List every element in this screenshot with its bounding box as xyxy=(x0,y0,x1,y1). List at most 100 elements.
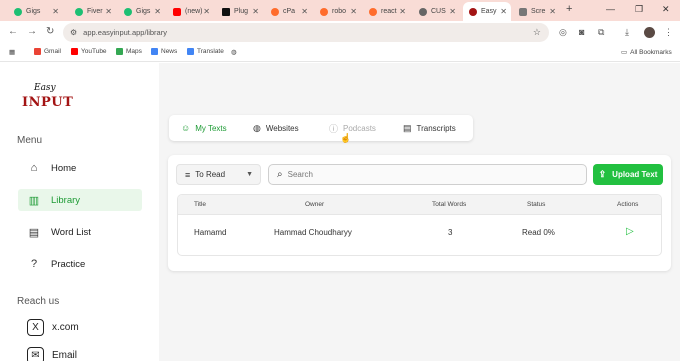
sidebar-item-label: Library xyxy=(51,194,81,206)
logo[interactable]: Easy INPUT xyxy=(22,83,73,113)
browser-tab[interactable]: Plug ✕ xyxy=(216,2,263,21)
column-header-owner: Owner xyxy=(305,201,325,208)
close-icon[interactable]: ✕ xyxy=(449,7,456,16)
minimize-button[interactable]: — xyxy=(606,4,615,14)
globe-icon[interactable]: ◍ xyxy=(231,48,237,56)
maps-icon xyxy=(116,48,123,55)
tab-label: Websites xyxy=(265,123,299,133)
address-bar[interactable]: ⚙ app.easyinput.app/library ☆ xyxy=(63,23,549,42)
sidebar-item-word-list[interactable]: ▤ Word List xyxy=(18,221,142,243)
search-box[interactable]: ⌕ xyxy=(268,164,587,185)
browser-tab[interactable]: Gigs ✕ xyxy=(8,2,63,21)
close-icon[interactable]: ✕ xyxy=(500,7,507,16)
bookmark-youtube[interactable]: YouTube xyxy=(71,48,107,55)
upload-label: Upload Text xyxy=(612,170,658,179)
social-label: Email xyxy=(52,350,78,361)
bookmark-label: Translate xyxy=(197,48,224,55)
column-header-status: Status xyxy=(527,201,546,208)
browser-tab[interactable]: Gigs ✕ xyxy=(118,2,165,21)
kebab-menu-icon[interactable]: ⋮ xyxy=(664,27,673,38)
bookmark-label: Gmail xyxy=(44,48,61,55)
tab-my-texts[interactable]: ☺ My Texts xyxy=(181,115,227,141)
sidebar: Easy INPUT Menu ⌂ Home ▥ Library ▤ Word … xyxy=(0,63,159,361)
puzzle-icon[interactable]: ⧉ xyxy=(598,27,604,38)
social-link-email[interactable]: ✉ Email xyxy=(27,347,77,361)
row-title[interactable]: Hamamd xyxy=(194,228,226,237)
maximize-button[interactable]: ❐ xyxy=(635,4,643,15)
chevron-down-icon: ▼ xyxy=(246,171,253,178)
logo-line-1: Easy xyxy=(34,83,56,93)
tab-label: Gigs xyxy=(136,8,151,15)
extension-icon[interactable]: ◎ xyxy=(559,27,567,38)
sidebar-item-library[interactable]: ▥ Library xyxy=(18,189,142,211)
sidebar-item-label: Home xyxy=(51,162,77,174)
browser-toolbar: ← → ↻ ⚙ app.easyinput.app/library ☆ ◎ ◙ … xyxy=(0,21,680,44)
tab-favicon xyxy=(271,7,279,16)
tab-label: (new) xyxy=(185,8,203,15)
sidebar-item-home[interactable]: ⌂ Home xyxy=(18,157,142,179)
all-bookmarks[interactable]: ▭ All Bookmarks xyxy=(621,48,672,57)
social-link-x[interactable]: X x.com xyxy=(27,319,79,336)
tab-label: CUS xyxy=(431,8,446,15)
browser-tab-active[interactable]: Easy ✕ xyxy=(463,2,511,21)
library-card: ≡ To Read ▼ ⌕ ⇪ Upload Text Title Owner … xyxy=(168,155,671,271)
browser-tab[interactable]: (new) ✕ xyxy=(167,2,214,21)
bookmark-translate[interactable]: Translate xyxy=(187,48,224,55)
sidebar-item-practice[interactable]: ? Practice xyxy=(18,253,142,275)
reach-us-heading: Reach us xyxy=(17,296,60,307)
reload-icon[interactable]: ↻ xyxy=(46,26,54,37)
window-close-button[interactable]: ✕ xyxy=(662,4,670,15)
bookmark-star-icon[interactable]: ☆ xyxy=(533,27,541,38)
tab-favicon xyxy=(75,7,83,16)
search-icon: ⌕ xyxy=(277,169,283,180)
close-icon[interactable]: ✕ xyxy=(399,7,406,16)
back-icon[interactable]: ← xyxy=(8,26,18,37)
browser-tab-strip: Gigs ✕ Fiver ✕ Gigs ✕ (new) ✕ Plug ✕ cPa… xyxy=(0,0,680,21)
globe-icon: ◍ xyxy=(253,122,261,133)
site-info-icon[interactable]: ⚙ xyxy=(70,28,77,37)
table-row[interactable]: Hamamd Hammad Choudharyy 3 Read 0% ▷ xyxy=(178,216,661,248)
new-tab-button[interactable]: + xyxy=(566,3,572,15)
close-icon[interactable]: ✕ xyxy=(154,7,161,16)
close-icon[interactable]: ✕ xyxy=(203,7,210,16)
youtube-favicon xyxy=(173,7,181,16)
upload-icon: ⇪ xyxy=(598,169,607,179)
bookmark-gmail[interactable]: Gmail xyxy=(34,48,61,55)
url-text[interactable]: app.easyinput.app/library xyxy=(83,28,167,37)
browser-tab[interactable]: CUS ✕ xyxy=(413,2,460,21)
tab-podcasts[interactable]: ⓘ Podcasts xyxy=(329,115,376,141)
bookmark-maps[interactable]: Maps xyxy=(116,48,142,55)
camera-icon[interactable]: ◙ xyxy=(579,27,584,37)
filter-dropdown[interactable]: ≡ To Read ▼ xyxy=(176,164,261,185)
forward-icon[interactable]: → xyxy=(27,26,37,37)
column-header-title: Title xyxy=(194,201,207,208)
tab-label: Podcasts xyxy=(343,123,376,133)
tab-label: cPa xyxy=(283,8,296,15)
profile-avatar[interactable] xyxy=(644,27,655,38)
close-icon[interactable]: ✕ xyxy=(252,7,259,16)
close-icon[interactable]: ✕ xyxy=(105,7,112,16)
tab-favicon xyxy=(469,7,477,16)
tab-label: robo xyxy=(332,8,347,15)
apps-icon[interactable]: ▦ xyxy=(9,48,15,56)
browser-tab[interactable]: cPa ✕ xyxy=(265,2,312,21)
browser-tab[interactable]: Scre ✕ xyxy=(513,2,560,21)
close-icon[interactable]: ✕ xyxy=(549,7,556,16)
play-icon[interactable]: ▷ xyxy=(626,226,634,237)
tab-websites[interactable]: ◍ Websites xyxy=(253,115,299,141)
close-icon[interactable]: ✕ xyxy=(301,7,308,16)
mouse-cursor-icon: ☝ xyxy=(340,133,352,143)
tab-transcripts[interactable]: ▤ Transcripts xyxy=(403,115,456,141)
bookmark-news[interactable]: News xyxy=(151,48,177,55)
browser-tab[interactable]: Fiver ✕ xyxy=(69,2,116,21)
bookmark-label: News xyxy=(161,48,178,55)
upload-text-button[interactable]: ⇪ Upload Text xyxy=(593,164,663,185)
close-icon[interactable]: ✕ xyxy=(52,7,59,16)
column-header-actions: Actions xyxy=(617,201,639,208)
download-icon[interactable]: ⤓ xyxy=(625,27,629,38)
x-icon: X xyxy=(27,319,44,336)
search-input[interactable] xyxy=(287,170,568,179)
browser-tab[interactable]: react ✕ xyxy=(363,2,410,21)
browser-tab[interactable]: robo ✕ xyxy=(314,2,361,21)
close-icon[interactable]: ✕ xyxy=(350,7,357,16)
